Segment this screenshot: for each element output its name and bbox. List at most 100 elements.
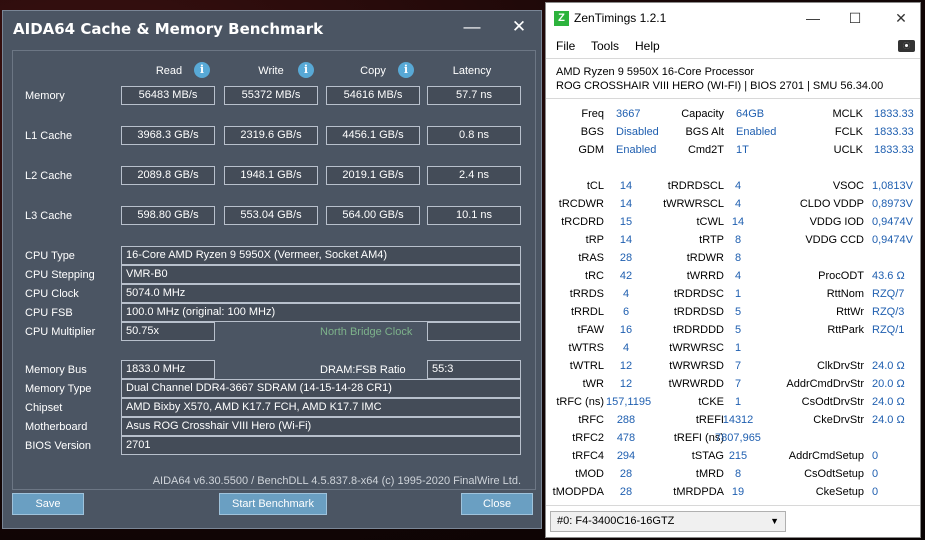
cpu-stepping-label: CPU Stepping [25,269,95,281]
summary-value: 3667 [616,108,641,120]
l1-copy: 4456.1 GB/s [326,126,420,145]
timing-value: 24.0 Ω [872,360,905,372]
divider [546,98,920,99]
divider [546,505,920,506]
timing-value: 6 [622,306,630,318]
summary-value: 1833.33 [874,144,914,156]
summary-label: Freq [581,108,604,120]
timing-value: 215 [728,450,748,462]
memory-copy: 54616 MB/s [326,86,420,105]
timing-value: 12 [619,360,633,372]
l2-copy: 2019.1 GB/s [326,166,420,185]
copy-info-icon[interactable]: i [398,62,414,78]
minimize-button[interactable]: — [798,7,828,29]
l2-read: 2089.8 GB/s [121,166,215,185]
l2-write: 1948.1 GB/s [224,166,318,185]
timing-value: 28 [619,252,633,264]
title-bar: Z ZenTimings 1.2.1 — ☐ ✕ [546,3,920,33]
close-icon[interactable]: ✕ [505,14,533,40]
timing-label: tFAW [577,324,604,336]
timing-label: AddrCmdSetup [788,450,864,462]
timing-value: 8 [734,234,742,246]
timing-value: 8 [734,468,742,480]
summary-value: 1T [736,144,749,156]
memory-write: 55372 MB/s [224,86,318,105]
summary-label: GDM [578,144,604,156]
l1-latency: 0.8 ns [427,126,521,145]
timing-value: RZQ/3 [872,306,905,318]
timing-value: 0,9474V [872,234,913,246]
read-header: Read [155,65,183,77]
timing-value: 4 [622,288,630,300]
timing-label: tRAS [578,252,604,264]
summary-label: FCLK [834,126,863,138]
screenshot-camera-icon[interactable] [898,40,915,52]
summary-label: MCLK [832,108,863,120]
timing-label: tRFC (ns) [556,396,604,408]
l1-read: 3968.3 GB/s [121,126,215,145]
cpu-clock-label: CPU Clock [25,288,79,300]
timing-value: 288 [616,414,636,426]
write-header: Write [258,65,284,77]
timing-label: tRCDWR [558,198,604,210]
timing-value: 16 [619,324,633,336]
l2-latency: 2.4 ns [427,166,521,185]
close-icon[interactable]: ✕ [886,7,916,29]
l1-label: L1 Cache [25,130,73,142]
maximize-button[interactable]: ☐ [840,7,870,29]
timing-label: AddrCmdDrvStr [786,378,864,390]
save-button[interactable]: Save [12,493,84,515]
memory-bus-label: Memory Bus [25,364,87,376]
copy-header: Copy [360,65,386,77]
timing-label: tRP [585,234,604,246]
north-bridge-value [427,322,521,341]
start-benchmark-button[interactable]: Start Benchmark [219,493,327,515]
menu-tools[interactable]: Tools [591,39,619,53]
memory-latency: 57.7 ns [427,86,521,105]
timing-value: 14 [619,198,633,210]
cpu-type-label: CPU Type [25,250,75,262]
timing-label: CsOdtDrvStr [801,396,864,408]
zentimings-window: Z ZenTimings 1.2.1 — ☐ ✕ File Tools Help… [545,2,921,538]
timing-value: 0 [872,450,879,462]
menu-help[interactable]: Help [635,39,660,53]
memory-module-select[interactable]: #0: F4-3400C16-16GTZ ▼ [550,511,786,532]
timing-value: 14 [731,216,745,228]
chipset-label: Chipset [25,402,63,414]
timing-label: CLDO VDDP [799,198,864,210]
cpu-name: AMD Ryzen 9 5950X 16-Core Processor [556,66,755,78]
timing-label: tRRDL [570,306,604,318]
timing-value: 7807,965 [715,432,761,444]
latency-header: Latency [452,65,492,77]
menu-file[interactable]: File [556,39,575,53]
timing-label: RttWr [836,306,864,318]
summary-label: BGS [580,126,604,138]
cpu-fsb-value: 100.0 MHz (original: 100 MHz) [121,303,521,322]
timing-label: ClkDrvStr [816,360,864,372]
timing-label: CsOdtSetup [804,468,864,480]
timing-value: 28 [619,486,633,498]
timing-value: 19 [731,486,745,498]
timing-label: CkeDrvStr [813,414,864,426]
timing-label: tRFC4 [572,450,604,462]
window-title: ZenTimings 1.2.1 [574,11,667,25]
summary-label: Capacity [681,108,724,120]
cpu-type-value: 16-Core AMD Ryzen 9 5950X (Vermeer, Sock… [121,246,521,265]
write-info-icon[interactable]: i [298,62,314,78]
timing-value: RZQ/1 [872,324,905,336]
timing-label: VDDG CCD [805,234,864,246]
timing-value: 28 [619,468,633,480]
timing-label: tRFC2 [572,432,604,444]
minimize-button[interactable]: — [458,14,486,40]
close-button[interactable]: Close [461,493,533,515]
timing-value: 1,0813V [872,180,913,192]
read-info-icon[interactable]: i [194,62,210,78]
memory-type-label: Memory Type [25,383,92,395]
cpu-clock-value: 5074.0 MHz [121,284,521,303]
divider [546,58,920,59]
motherboard-value: Asus ROG Crosshair VIII Hero (Wi-Fi) [121,417,521,436]
timing-label: VDDG IOD [809,216,864,228]
bios-label: BIOS Version [25,440,92,452]
summary-label: Cmd2T [687,144,724,156]
timing-label: RttPark [827,324,864,336]
